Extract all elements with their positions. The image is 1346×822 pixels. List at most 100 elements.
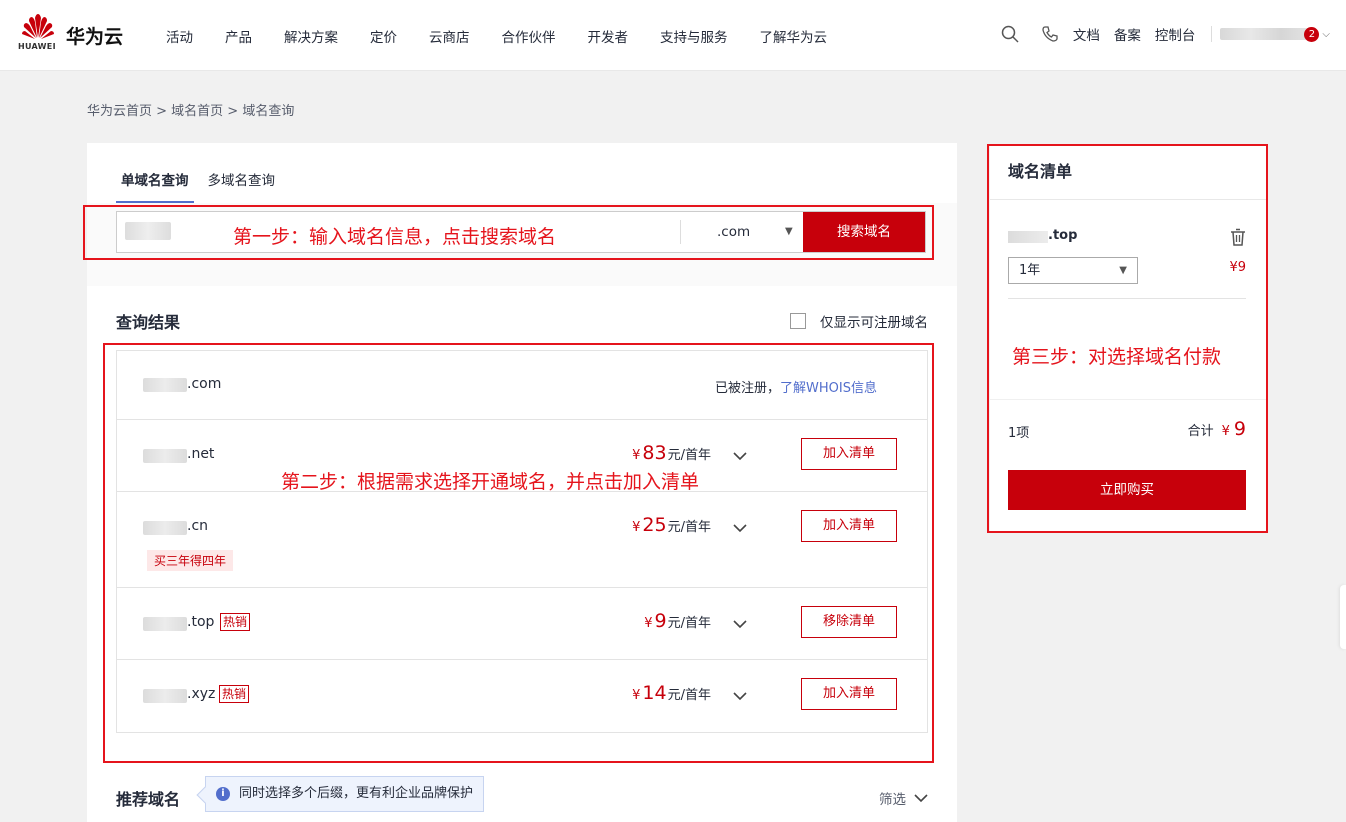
price: ¥9 元/首年: [644, 610, 711, 632]
domain-ext: .com: [187, 376, 222, 392]
domain-name: [143, 617, 187, 631]
nav-item-products[interactable]: 产品: [225, 26, 252, 46]
hot-tag: 热销: [220, 613, 251, 631]
domain-ext: .cn: [187, 518, 209, 534]
price-value: 14: [642, 682, 667, 704]
price-value: 25: [642, 514, 667, 536]
domain-name: [143, 521, 187, 535]
chevron-down-icon[interactable]: [733, 689, 747, 703]
whois-link[interactable]: 了解WHOIS信息: [780, 381, 877, 396]
domain-name: [143, 449, 187, 463]
cart-count: 1项: [1008, 426, 1030, 441]
nav-item-solutions[interactable]: 解决方案: [284, 26, 338, 46]
price: ¥25 元/首年: [632, 514, 711, 536]
add-to-list-button[interactable]: 加入清单: [801, 678, 897, 710]
price-unit: 元/首年: [667, 616, 711, 631]
nav-item-marketplace[interactable]: 云商店: [429, 26, 470, 46]
main-nav: 活动 产品 解决方案 定价 云商店 合作伙伴 开发者 支持与服务 了解华为云: [166, 26, 859, 46]
nav-item-pricing[interactable]: 定价: [370, 26, 397, 46]
search-icon[interactable]: [1001, 25, 1019, 43]
cart-item-ext: .top: [1048, 228, 1078, 243]
chevron-down-icon[interactable]: [733, 617, 747, 631]
price-currency: ¥: [632, 688, 641, 703]
nav-item-developers[interactable]: 开发者: [588, 26, 629, 46]
trash-icon[interactable]: [1230, 228, 1246, 246]
result-row-com: .com 已被注册，了解WHOIS信息: [117, 351, 927, 420]
brand-name[interactable]: 华为云: [66, 22, 123, 49]
tip-arrow: [196, 786, 214, 804]
info-icon: i: [216, 787, 230, 801]
cart-footer: 1项 合计 ¥9 立即购买: [990, 399, 1266, 531]
price-unit: 元/首年: [667, 448, 711, 463]
total-label: 合计: [1187, 424, 1214, 439]
logo-text: HUAWEI: [18, 42, 56, 51]
header-actions: 文档 备案 控制台 2 ⌵: [987, 24, 1330, 44]
add-to-list-button[interactable]: 加入清单: [801, 510, 897, 542]
period-value: 1年: [1019, 263, 1041, 278]
search-domain-button[interactable]: 搜索域名: [803, 212, 925, 252]
only-available-label: 仅显示可注册域名: [820, 315, 928, 331]
price-unit: 元/首年: [667, 520, 711, 535]
suffix-select[interactable]: .com: [717, 224, 750, 240]
filter-toggle[interactable]: 筛选: [879, 788, 928, 808]
caret-down-icon[interactable]: ▼: [1119, 258, 1127, 283]
header-divider: [1211, 26, 1213, 42]
nav-item-support[interactable]: 支持与服务: [660, 26, 728, 46]
tab-multi-domain[interactable]: 多域名查询: [208, 169, 276, 203]
price: ¥14 元/首年: [632, 682, 711, 704]
add-to-list-button[interactable]: 加入清单: [801, 438, 897, 470]
huawei-flower-icon: [22, 14, 54, 39]
nav-item-partners[interactable]: 合作伙伴: [502, 26, 556, 46]
cart-item-price: ¥9: [1229, 260, 1246, 275]
result-row-cn: .cn 买三年得四年 ¥25 元/首年 加入清单: [117, 492, 927, 588]
breadcrumb[interactable]: 华为云首页 > 域名首页 > 域名查询: [87, 100, 294, 119]
huawei-logo[interactable]: HUAWEI: [18, 14, 58, 51]
total-currency: ¥: [1221, 424, 1230, 439]
price-currency: ¥: [632, 448, 641, 463]
annotation-step3: 第三步：对选择域名付款: [1012, 346, 1222, 368]
result-row-xyz: .xyz 热销 ¥14 元/首年 加入清单: [117, 660, 927, 732]
results-list: .com 已被注册，了解WHOIS信息 .net ¥83 元/首年 加入清单 .c…: [116, 350, 928, 733]
side-float-tab[interactable]: [1340, 585, 1346, 649]
chevron-down-icon[interactable]: ⌵: [1322, 29, 1330, 40]
result-row-top: .top 热销 ¥9 元/首年 移除清单: [117, 588, 927, 660]
registered-status: 已被注册，了解WHOIS信息: [715, 377, 877, 396]
buy-now-button[interactable]: 立即购买: [1008, 470, 1246, 510]
recommend-tip: i 同时选择多个后缀，更有利企业品牌保护: [196, 776, 485, 812]
console-link[interactable]: 控制台: [1155, 24, 1196, 44]
cart-divider: [1008, 298, 1246, 299]
top-navbar: HUAWEI 华为云 活动 产品 解决方案 定价 云商店 合作伙伴 开发者 支持…: [0, 0, 1346, 71]
domain-ext: .top: [187, 614, 215, 630]
only-available-filter[interactable]: 仅显示可注册域名: [790, 311, 928, 331]
annotation-step2: 第二步：根据需求选择开通域名，并点击加入清单: [281, 471, 700, 493]
phone-icon[interactable]: [1041, 25, 1059, 43]
only-available-checkbox[interactable]: [790, 313, 806, 329]
nav-item-about[interactable]: 了解华为云: [760, 26, 828, 46]
filter-label[interactable]: 筛选: [879, 788, 906, 808]
chevron-down-icon[interactable]: [733, 521, 747, 535]
price-value: 9: [654, 610, 667, 632]
domain-cart: 域名清单 .top 1年 ▼ ¥9 1项 合计 ¥9 立即购买: [990, 146, 1266, 531]
price: ¥83 元/首年: [632, 442, 711, 464]
icp-filing-link[interactable]: 备案: [1114, 24, 1141, 44]
price-currency: ¥: [632, 520, 641, 535]
cart-total: 合计 ¥9: [1188, 418, 1246, 440]
tab-single-domain[interactable]: 单域名查询: [116, 169, 194, 203]
user-account-name[interactable]: [1220, 28, 1313, 40]
chevron-down-icon[interactable]: [733, 449, 747, 463]
nav-item-activities[interactable]: 活动: [166, 26, 193, 46]
remove-from-list-button[interactable]: 移除清单: [801, 606, 897, 638]
chevron-down-icon[interactable]: [914, 791, 928, 805]
cart-title: 域名清单: [990, 146, 1266, 200]
period-select[interactable]: 1年 ▼: [1008, 257, 1138, 284]
price-unit: 元/首年: [667, 688, 711, 703]
caret-down-icon[interactable]: ▼: [785, 226, 793, 237]
domain-ext: .net: [187, 446, 215, 462]
annotation-step1: 第一步：输入域名信息，点击搜索域名: [233, 226, 557, 248]
domain-name: [143, 689, 187, 703]
total-value: 9: [1233, 418, 1246, 440]
search-tabs: 单域名查询 多域名查询: [116, 169, 289, 203]
docs-link[interactable]: 文档: [1073, 24, 1100, 44]
notification-badge[interactable]: 2: [1304, 26, 1320, 42]
domain-name: [143, 378, 187, 392]
